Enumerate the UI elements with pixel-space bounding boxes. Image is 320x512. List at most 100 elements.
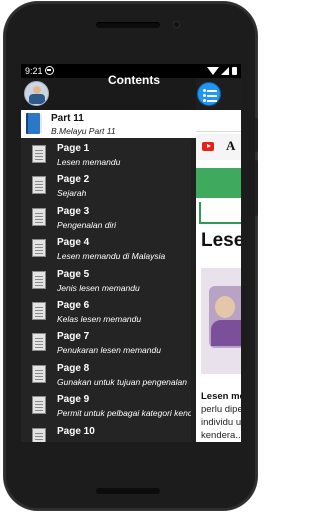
book-header[interactable]: Part 11 B.Melayu Part 11 (21, 110, 196, 138)
page-icon-line (35, 159, 43, 160)
page-icon-line (35, 407, 43, 409)
page-icon-line (35, 312, 43, 314)
list-item-title: Page 10 (57, 425, 95, 437)
page-icon-line (35, 275, 43, 277)
list-item[interactable]: Page 9 Permit untuk pelbagai kategori ken… (21, 391, 196, 422)
list-item[interactable]: Page 6 Kelas lesen memandu (21, 297, 196, 328)
list-item[interactable]: Page 10 (21, 423, 196, 442)
list-item[interactable]: Page 5 Jenis lesen memandu (21, 266, 196, 297)
page-icon-line (35, 432, 43, 434)
page-icon-line (35, 347, 43, 349)
web-shortcuts-row: A (196, 134, 241, 160)
list-item-subtitle: Kelas lesen memandu (57, 313, 142, 324)
page-icon (32, 396, 46, 415)
page-icon-line (35, 284, 43, 286)
page-icon-line (35, 247, 43, 249)
article-text-line: kendera.. (201, 430, 241, 441)
list-item-subtitle: Pengenalan diri (57, 219, 117, 230)
list-item-subtitle: Sejarah (57, 188, 87, 199)
list-item-subtitle: Lesen memandu (57, 157, 121, 167)
page-icon-line (35, 156, 43, 157)
page-icon-line (35, 215, 43, 217)
drawer-title: Contents (108, 73, 160, 87)
list-item-subtitle: Jenis lesen memandu (57, 282, 140, 293)
page-icon-line (35, 150, 43, 151)
list-item[interactable]: Page 1 Lesen memandu (21, 140, 196, 171)
page-icon (32, 239, 46, 258)
page-icon-line (35, 435, 43, 437)
article-heading: Lesen (201, 230, 241, 251)
page-icon-line (35, 315, 43, 317)
article-photo (209, 286, 241, 348)
page-icon-line (35, 250, 43, 252)
page-icon-line (35, 218, 43, 220)
list-item-subtitle: Permit untuk pelbagai kategori kenderaan (57, 408, 195, 419)
web-banner (196, 168, 241, 198)
page-icon-line (35, 281, 43, 283)
page-icon-line (35, 438, 43, 440)
page-icon-line (35, 404, 43, 406)
page-icon-line (35, 187, 43, 189)
page-icon-line (35, 344, 43, 346)
page-icon-line (35, 253, 43, 255)
page-icon-line (35, 410, 43, 412)
list-item-title: Page 9 (57, 394, 90, 406)
page-icon-line (35, 184, 43, 186)
list-item-title: Page 3 (57, 205, 90, 217)
page-icon-line (35, 212, 43, 214)
page-icon-line (35, 278, 43, 280)
page-icon (32, 333, 46, 352)
page-icon-line (35, 221, 43, 223)
list-item[interactable]: Page 7 Penukaran lesen memandu (21, 328, 196, 359)
page-icon-line (35, 375, 43, 377)
page-icon-line (35, 378, 43, 380)
list-item[interactable]: Page 4 Lesen memandu di Malaysia (21, 234, 196, 265)
page-icon-line (35, 401, 43, 403)
article-text-line: Lesen me (201, 391, 241, 402)
page-icon (32, 301, 46, 320)
bottom-speaker (96, 488, 160, 494)
earpiece-speaker (96, 22, 160, 28)
page-icon (32, 364, 46, 383)
page-icon-line (35, 153, 43, 154)
volume-button (255, 160, 258, 216)
scroll-edge (191, 140, 196, 442)
amazon-icon[interactable]: A (226, 138, 235, 154)
list-item-title: Page 7 (57, 331, 90, 343)
power-button (255, 118, 258, 152)
page-icon-line (35, 244, 43, 246)
page-icon (32, 176, 46, 195)
youtube-icon[interactable] (202, 142, 214, 151)
page-icon (32, 270, 46, 289)
page-icon-line (35, 372, 43, 374)
page-icon-line (35, 181, 43, 183)
list-item-title: Page 2 (57, 174, 90, 186)
page-icon-line (35, 190, 43, 192)
book-icon (26, 113, 42, 134)
book-subtitle: B.Melayu Part 11 (51, 126, 116, 136)
front-camera (172, 20, 181, 29)
article-image (201, 268, 241, 374)
contents-drawer: Part 11 B.Melayu Part 11 Page 1 Lesen mem… (21, 78, 196, 442)
list-item-subtitle: Gunakan untuk tujuan pengenalan (57, 376, 187, 387)
list-item[interactable]: Page 8 Gunakan untuk tujuan pengenalan (21, 360, 196, 391)
list-icon-dot (203, 99, 206, 102)
list-item-subtitle: Lesen memandu di Malaysia (57, 251, 166, 262)
page-icon-line (35, 369, 43, 371)
article-text: Lesen me perlu dipe individu u kendera..… (201, 390, 241, 442)
page-list: Page 1 Lesen memandu Page 2 Sejarah Page 3 Pe… (21, 140, 196, 442)
article-text-line: individu u (201, 417, 241, 428)
list-item-title: Page 6 (57, 299, 90, 311)
list-item-title: Page 1 (57, 143, 90, 154)
list-icon-bar (207, 99, 217, 102)
list-item-title: Page 5 (57, 268, 90, 280)
list-item[interactable]: Page 3 Pengenalan diri (21, 203, 196, 234)
page-icon (32, 207, 46, 226)
list-item[interactable]: Page 2 Sejarah (21, 171, 196, 202)
page-icon (32, 145, 46, 163)
list-item-title: Page 4 (57, 237, 90, 249)
web-tab-strip (196, 112, 241, 132)
list-item-title: Page 8 (57, 362, 90, 374)
screen: 9:21 A Lesen Lesen me perlu dip (21, 64, 241, 442)
book-title: Part 11 (51, 113, 84, 124)
